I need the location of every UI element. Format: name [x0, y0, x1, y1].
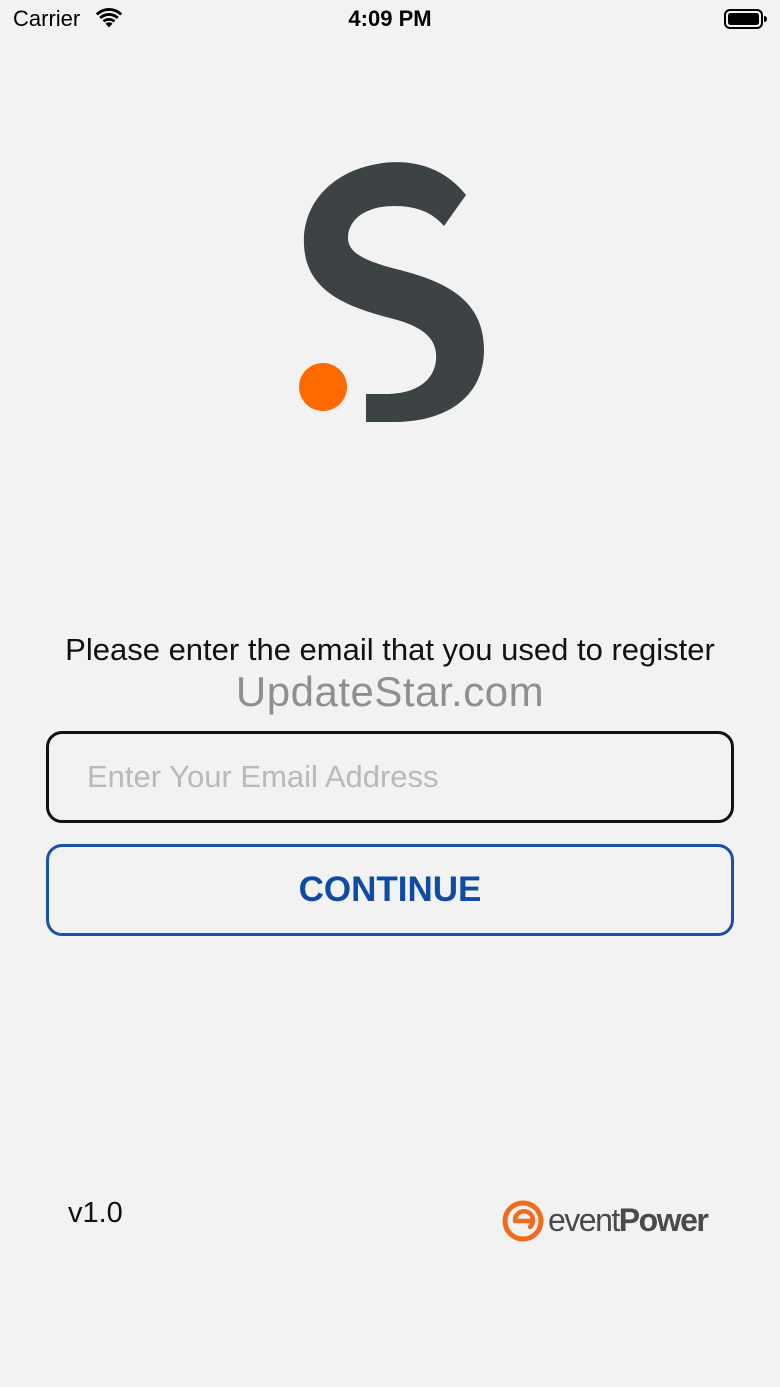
brand-wordmark: eventPower — [548, 1202, 709, 1238]
battery-icon — [724, 9, 767, 29]
email-field[interactable] — [46, 731, 734, 823]
email-prompt: Please enter the email that you used to … — [65, 632, 715, 667]
brand-text-light: event — [548, 1202, 620, 1238]
continue-button[interactable]: CONTINUE — [46, 844, 734, 936]
eventpower-logo: eventPower — [502, 1198, 722, 1244]
s-logo-icon — [299, 162, 484, 422]
eventpower-logo-icon — [502, 1200, 544, 1242]
status-bar: Carrier 4:09 PM — [0, 0, 780, 40]
watermark-text: UpdateStar.com — [235, 668, 545, 715]
brand-text-bold: Power — [618, 1202, 709, 1238]
version-label: v1.0 — [68, 1197, 123, 1229]
status-time: 4:09 PM — [348, 6, 432, 31]
